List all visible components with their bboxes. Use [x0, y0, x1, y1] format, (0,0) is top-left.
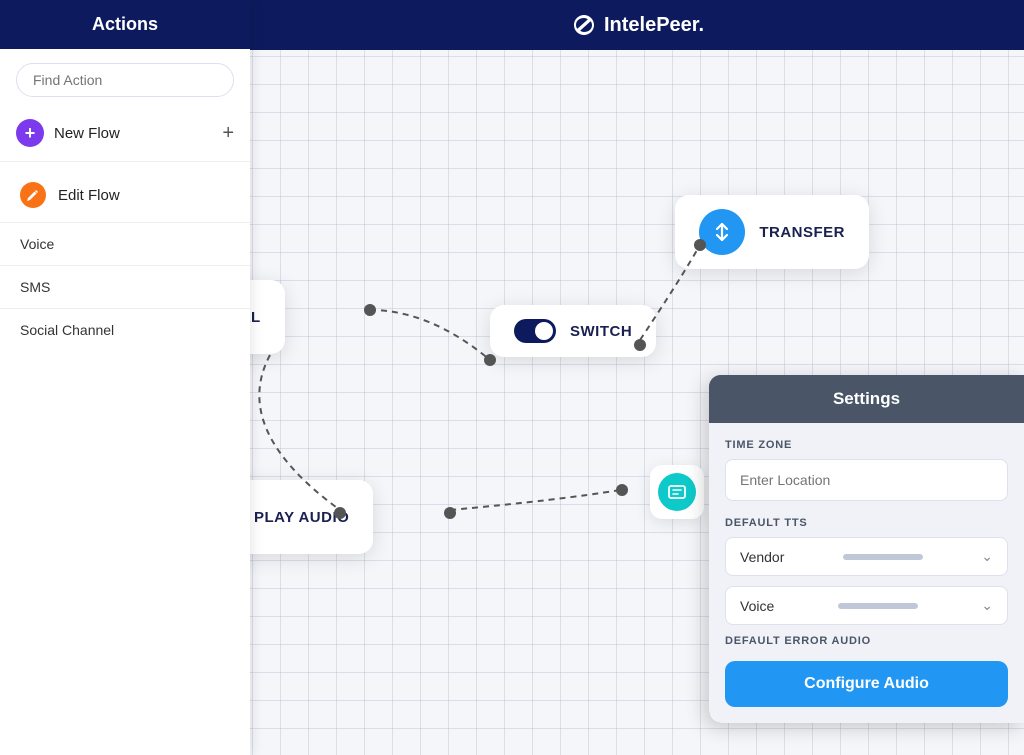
logo-text: IntelePeer.: [604, 14, 704, 37]
voice-label: Voice: [740, 598, 774, 614]
partial-node-icon: [658, 473, 696, 511]
default-tts-label: DEFAULT TTS: [725, 517, 1008, 529]
vendor-bar: [843, 554, 923, 560]
edit-flow-label: Edit Flow: [58, 187, 120, 204]
sidebar-title: Actions: [92, 14, 158, 34]
new-flow-row: + New Flow +: [0, 111, 250, 162]
settings-body: TIME ZONE DEFAULT TTS Vendor ⌄ Voice ⌄ D…: [709, 423, 1024, 723]
vendor-select[interactable]: Vendor ⌄: [725, 537, 1008, 576]
configure-audio-button[interactable]: Configure Audio: [725, 661, 1008, 707]
social-channel-label: Social Channel: [20, 322, 114, 338]
edit-flow-icon: [20, 182, 46, 208]
sidebar-item-sms[interactable]: SMS: [0, 270, 250, 304]
voice-bar: [838, 603, 918, 609]
sms-label: SMS: [20, 279, 50, 295]
sidebar: Actions + New Flow + Edit Flow Voice SMS…: [0, 0, 250, 755]
search-input[interactable]: [16, 63, 234, 97]
sidebar-item-social-channel[interactable]: Social Channel: [0, 313, 250, 347]
new-flow-icon: +: [16, 119, 44, 147]
transfer-icon: [699, 209, 745, 255]
voice-label: Voice: [20, 236, 54, 252]
partial-node: [650, 465, 704, 519]
switch-label: SWITCH: [570, 323, 632, 340]
sidebar-header: Actions: [0, 0, 250, 49]
toggle-knob: [535, 322, 553, 340]
add-flow-button[interactable]: +: [222, 122, 234, 145]
switch-toggle[interactable]: [514, 319, 556, 343]
voice-chevron: ⌄: [981, 597, 993, 614]
top-bar: IntelePeer.: [250, 0, 1024, 50]
play-audio-label: PLAY AUDIO: [254, 509, 349, 526]
new-flow-label: New Flow: [54, 125, 212, 142]
sidebar-item-voice[interactable]: Voice: [0, 227, 250, 261]
default-error-audio-label: DEFAULT ERROR AUDIO: [725, 635, 1008, 647]
sidebar-menu: Edit Flow Voice SMS Social Channel: [0, 162, 250, 357]
timezone-input[interactable]: [725, 459, 1008, 501]
logo: IntelePeer.: [570, 11, 704, 39]
settings-panel: Settings TIME ZONE DEFAULT TTS Vendor ⌄ …: [709, 375, 1024, 723]
divider-2: [0, 265, 250, 266]
settings-title: Settings: [709, 375, 1024, 423]
voice-select[interactable]: Voice ⌄: [725, 586, 1008, 625]
switch-node[interactable]: SWITCH: [490, 305, 656, 357]
sidebar-item-edit-flow[interactable]: Edit Flow: [0, 172, 250, 218]
divider-1: [0, 222, 250, 223]
divider-3: [0, 308, 250, 309]
vendor-label: Vendor: [740, 549, 784, 565]
transfer-node[interactable]: TRANSFER: [675, 195, 869, 269]
transfer-label: TRANSFER: [759, 224, 845, 241]
vendor-chevron: ⌄: [981, 548, 993, 565]
timezone-label: TIME ZONE: [725, 439, 1008, 451]
